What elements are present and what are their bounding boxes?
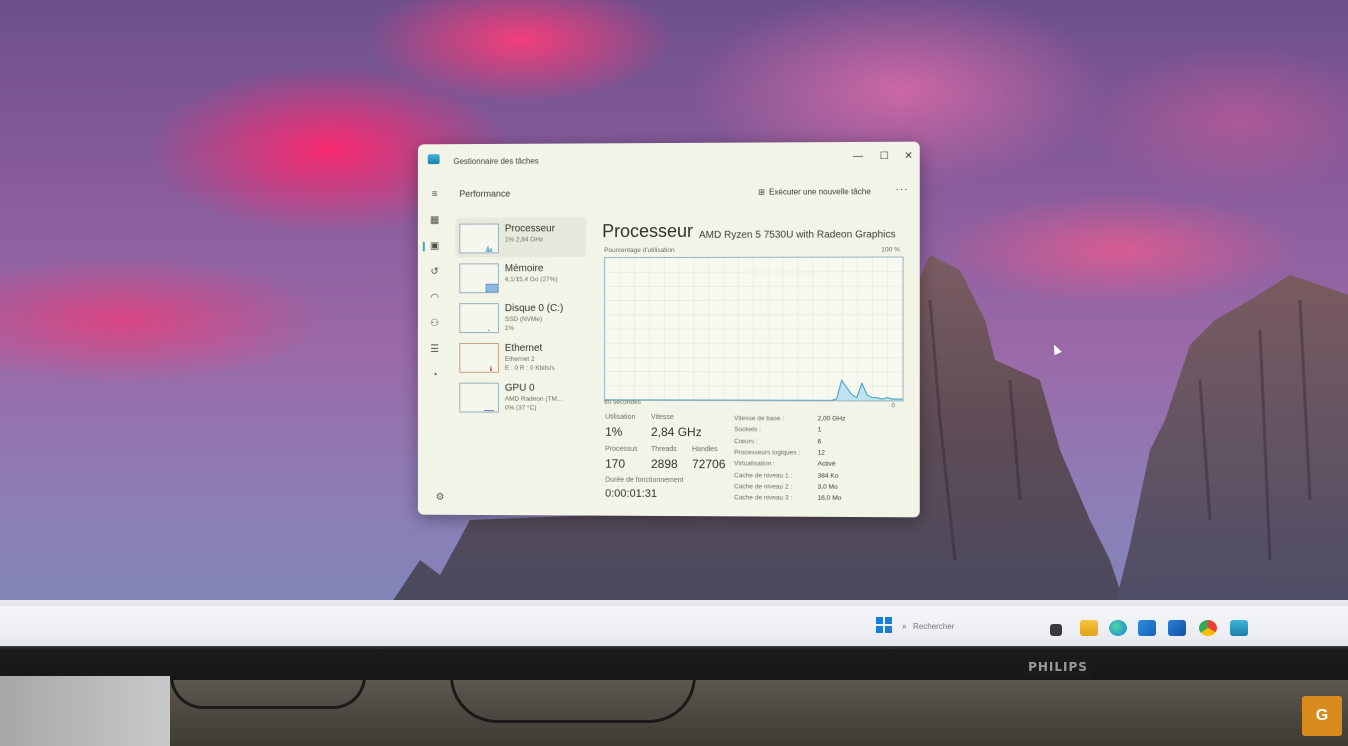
spec-label: Cache de niveau 3 :	[734, 494, 792, 501]
window-title: Gestionnaire des tâches	[453, 157, 538, 166]
perf-item-sub: 1% 2,84 GHz	[505, 236, 543, 243]
spec-value: 16,0 Mo	[818, 495, 842, 502]
run-new-task-button[interactable]: ⊞ Exécuter une nouvelle tâche	[758, 187, 871, 196]
handles-value: 72706	[692, 457, 725, 471]
spec-label: Cœurs :	[734, 438, 758, 445]
cable	[170, 676, 366, 709]
perf-item-gpu[interactable]: GPU 0 AMD Radeon (TM... 0% (37 °C)	[455, 377, 586, 417]
search-icon: ⌕	[902, 621, 907, 632]
title-bar[interactable]: Gestionnaire des tâches — ☐ ✕	[418, 142, 920, 175]
handles-label: Handles	[692, 446, 718, 453]
processes-icon[interactable]: ▦	[428, 214, 442, 228]
graph-time-label: 60 secondes	[604, 399, 641, 406]
task-view-icon[interactable]	[1050, 624, 1062, 636]
utilisation-label: Utilisation	[605, 414, 635, 421]
outlook-icon[interactable]	[1168, 620, 1186, 636]
threads-label: Threads	[651, 446, 677, 453]
spec-value: 384 Ko	[818, 472, 839, 479]
close-button[interactable]: ✕	[895, 147, 919, 167]
windows-start-icon[interactable]	[876, 617, 892, 633]
perf-thumbnail	[459, 263, 499, 293]
minimize-button[interactable]: —	[845, 147, 871, 167]
perf-item-sub: Ethernet 2	[505, 356, 535, 363]
spec-label: Virtualisation :	[734, 460, 775, 467]
cable	[450, 676, 696, 723]
perf-item-name: GPU 0	[505, 383, 535, 394]
perf-item-sub: 1%	[505, 325, 514, 332]
perf-thumbnail	[459, 303, 499, 333]
menu-icon[interactable]: ≡	[428, 188, 442, 202]
perf-thumbnail	[459, 224, 499, 254]
task-manager-icon[interactable]	[1230, 620, 1248, 636]
run-task-label: Exécuter une nouvelle tâche	[769, 187, 871, 196]
cpu-usage-graph	[604, 257, 903, 402]
edge-icon[interactable]	[1109, 620, 1127, 636]
graph-label: Pourcentage d'utilisation	[604, 247, 674, 254]
monitor-stand	[0, 676, 170, 746]
cpu-usage-graph-svg	[605, 258, 902, 401]
run-task-icon: ⊞	[758, 188, 765, 197]
file-explorer-icon[interactable]	[1080, 620, 1098, 636]
spec-value: 2,00 GHz	[818, 415, 846, 422]
page-title: Performance	[459, 189, 510, 199]
perf-item-name: Mémoire	[505, 263, 544, 274]
perf-item-sub: SSD (NVMe)	[505, 316, 542, 323]
cpu-title: Processeur	[602, 221, 693, 242]
store-icon[interactable]	[1138, 620, 1156, 636]
settings-icon[interactable]: ⚙	[436, 492, 445, 503]
perf-item-sub: 0% (37 °C)	[505, 405, 537, 412]
spec-label: Processeurs logiques :	[734, 449, 800, 456]
uptime-label: Durée de fonctionnement	[605, 477, 683, 484]
services-icon[interactable]: ◔	[428, 369, 442, 383]
perf-item-name: Processeur	[505, 223, 555, 234]
perf-item-name: Ethernet	[505, 343, 542, 354]
perf-item-sub: AMD Radeon (TM...	[505, 396, 562, 403]
spec-value: 1	[818, 427, 822, 434]
utilisation-value: 1%	[605, 425, 622, 439]
spec-label: Sockets :	[734, 426, 761, 433]
users-icon[interactable]: ⚇	[428, 317, 442, 331]
perf-thumbnail	[459, 383, 499, 413]
spec-value: 6	[818, 438, 822, 445]
threads-value: 2898	[651, 457, 678, 471]
graph-min-label: 0	[891, 402, 895, 409]
task-manager-app-icon	[428, 154, 440, 164]
left-navigation: ≡ ▦ ▣ ↺ ◠ ⚇ ☰ ◔	[424, 184, 448, 512]
spec-label: Cache de niveau 1 :	[734, 472, 792, 479]
graph-max-label: 100 %	[881, 246, 900, 253]
spec-label: Cache de niveau 2 :	[734, 483, 792, 490]
taskbar-search[interactable]: ⌕ Rechercher	[902, 613, 1032, 639]
spec-label: Vitesse de base :	[734, 415, 784, 422]
maximize-button[interactable]: ☐	[871, 147, 897, 167]
perf-item-name: Disque 0 (C:)	[505, 303, 563, 314]
perf-item-disque[interactable]: Disque 0 (C:) SSD (NVMe) 1%	[455, 297, 586, 337]
perf-thumbnail	[459, 343, 499, 373]
performance-icon[interactable]: ▣	[428, 240, 442, 254]
cpu-usage-area	[605, 380, 902, 400]
perf-item-processeur[interactable]: Processeur 1% 2,84 GHz	[455, 217, 586, 257]
search-placeholder: Rechercher	[913, 622, 954, 631]
watermark-logo: G	[1302, 696, 1342, 736]
monitor-brand-logo: PHILIPS	[1024, 656, 1092, 678]
vitesse-label: Vitesse	[651, 414, 674, 421]
processus-label: Processus	[605, 446, 638, 453]
cpu-model: AMD Ryzen 5 7530U with Radeon Graphics	[699, 229, 896, 241]
perf-item-memoire[interactable]: Mémoire 4,1/15,4 Go (27%)	[455, 257, 586, 297]
details-icon[interactable]: ☰	[428, 343, 442, 357]
perf-item-sub: 4,1/15,4 Go (27%)	[505, 276, 558, 283]
vitesse-value: 2,84 GHz	[651, 425, 702, 439]
startup-icon[interactable]: ◠	[428, 291, 442, 305]
perf-item-ethernet[interactable]: Ethernet Ethernet 2 E : 0 R : 0 Kbits/s	[455, 337, 586, 377]
history-icon[interactable]: ↺	[428, 265, 442, 279]
processus-value: 170	[605, 457, 625, 471]
task-manager-window[interactable]: Gestionnaire des tâches — ☐ ✕ ≡ ▦ ▣ ↺ ◠ …	[418, 142, 920, 518]
performance-list: Processeur 1% 2,84 GHz Mémoire 4,1/15,4 …	[455, 217, 586, 417]
chrome-icon[interactable]	[1199, 620, 1217, 636]
more-options-button[interactable]: ···	[895, 184, 908, 195]
spec-value: Activé	[818, 461, 836, 468]
spec-value: 12	[818, 449, 825, 456]
spec-value: 3,0 Mo	[818, 483, 838, 490]
perf-item-sub: E : 0 R : 0 Kbits/s	[505, 365, 555, 372]
uptime-value: 0:00:01:31	[605, 488, 657, 500]
